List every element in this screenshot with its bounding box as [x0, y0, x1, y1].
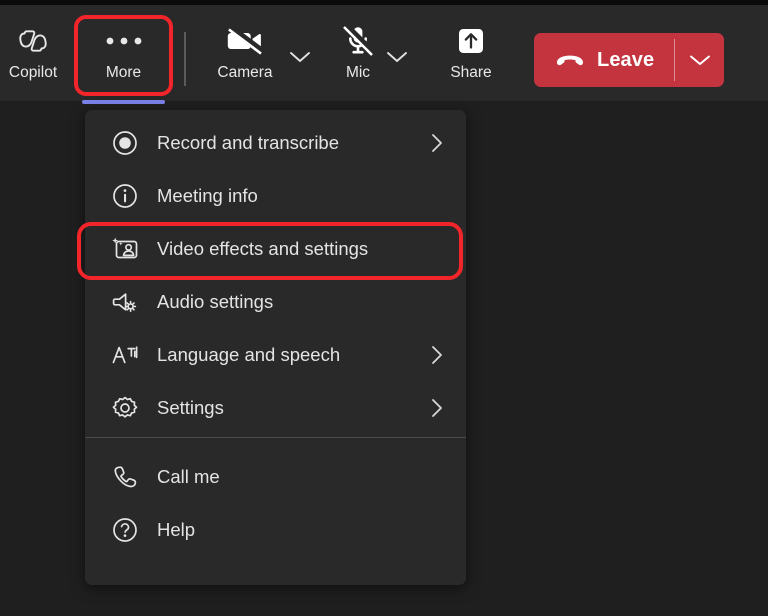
menu-label-call-me: Call me	[157, 465, 220, 487]
chevron-right-icon	[422, 344, 444, 366]
camera-options-caret[interactable]	[286, 43, 314, 71]
record-circle-icon	[109, 127, 141, 159]
menu-label-settings: Settings	[157, 396, 224, 418]
toolbar-button-mic[interactable]: Mic	[325, 17, 391, 89]
language-translate-icon	[109, 339, 141, 371]
help-circle-icon	[109, 514, 141, 546]
toolbar-button-share[interactable]: Share	[430, 17, 512, 89]
phone-icon	[109, 461, 141, 493]
info-circle-icon	[109, 180, 141, 212]
share-screen-icon	[455, 24, 487, 58]
menu-item-record-and-transcribe[interactable]: Record and transcribe	[85, 116, 466, 169]
menu-label-help: Help	[157, 518, 196, 540]
gear-icon	[109, 392, 141, 424]
menu-item-audio-settings[interactable]: Audio settings	[85, 275, 466, 328]
leave-options-caret[interactable]	[675, 33, 724, 87]
toolbar-label-copilot: Copilot	[8, 63, 58, 81]
mic-options-caret[interactable]	[383, 43, 411, 71]
menu-item-call-me[interactable]: Call me	[85, 450, 466, 503]
menu-label-audio-settings: Audio settings	[157, 290, 274, 312]
toolbar-label-more: More	[105, 63, 142, 81]
more-active-indicator	[82, 100, 165, 104]
teams-meeting-window: Copilot More Camera Mic Share Leave Reco…	[0, 0, 768, 616]
menu-item-settings[interactable]: Settings	[85, 381, 466, 434]
toolbar-button-more[interactable]: More	[75, 17, 172, 89]
meeting-toolbar: Copilot More Camera Mic Share Leave	[0, 5, 768, 104]
mic-off-icon	[341, 23, 375, 58]
copilot-icon	[16, 24, 50, 58]
leave-button-label: Leave	[597, 48, 655, 71]
video-effects-icon	[109, 233, 141, 265]
toolbar-label-mic: Mic	[345, 63, 371, 81]
menu-label-video-effects-and-settings: Video effects and settings	[157, 237, 369, 259]
chevron-right-icon	[422, 132, 444, 154]
toolbar-button-copilot[interactable]: Copilot	[0, 17, 66, 89]
leave-button[interactable]: Leave	[534, 33, 674, 87]
more-ellipsis-icon	[102, 24, 146, 58]
menu-label-record-and-transcribe: Record and transcribe	[157, 131, 340, 153]
menu-label-language-and-speech: Language and speech	[157, 343, 341, 365]
camera-off-icon	[225, 24, 265, 58]
menu-group-primary: Record and transcribe Meeting info Video…	[85, 110, 466, 434]
toolbar-separator	[184, 32, 186, 86]
toolbar-button-camera[interactable]: Camera	[198, 17, 292, 89]
hang-up-phone-icon	[555, 51, 585, 69]
chevron-right-icon	[422, 397, 444, 419]
toolbar-label-camera: Camera	[217, 63, 273, 81]
menu-group-secondary: Call me Help	[85, 438, 466, 556]
menu-item-language-and-speech[interactable]: Language and speech	[85, 328, 466, 381]
toolbar-label-share: Share	[450, 63, 492, 81]
menu-item-meeting-info[interactable]: Meeting info	[85, 169, 466, 222]
speaker-settings-icon	[109, 286, 141, 318]
leave-button-group: Leave	[534, 33, 725, 87]
menu-item-help[interactable]: Help	[85, 503, 466, 556]
more-options-menu: Record and transcribe Meeting info Video…	[85, 110, 466, 585]
menu-item-video-effects-and-settings[interactable]: Video effects and settings	[85, 222, 466, 275]
menu-label-meeting-info: Meeting info	[157, 184, 258, 206]
